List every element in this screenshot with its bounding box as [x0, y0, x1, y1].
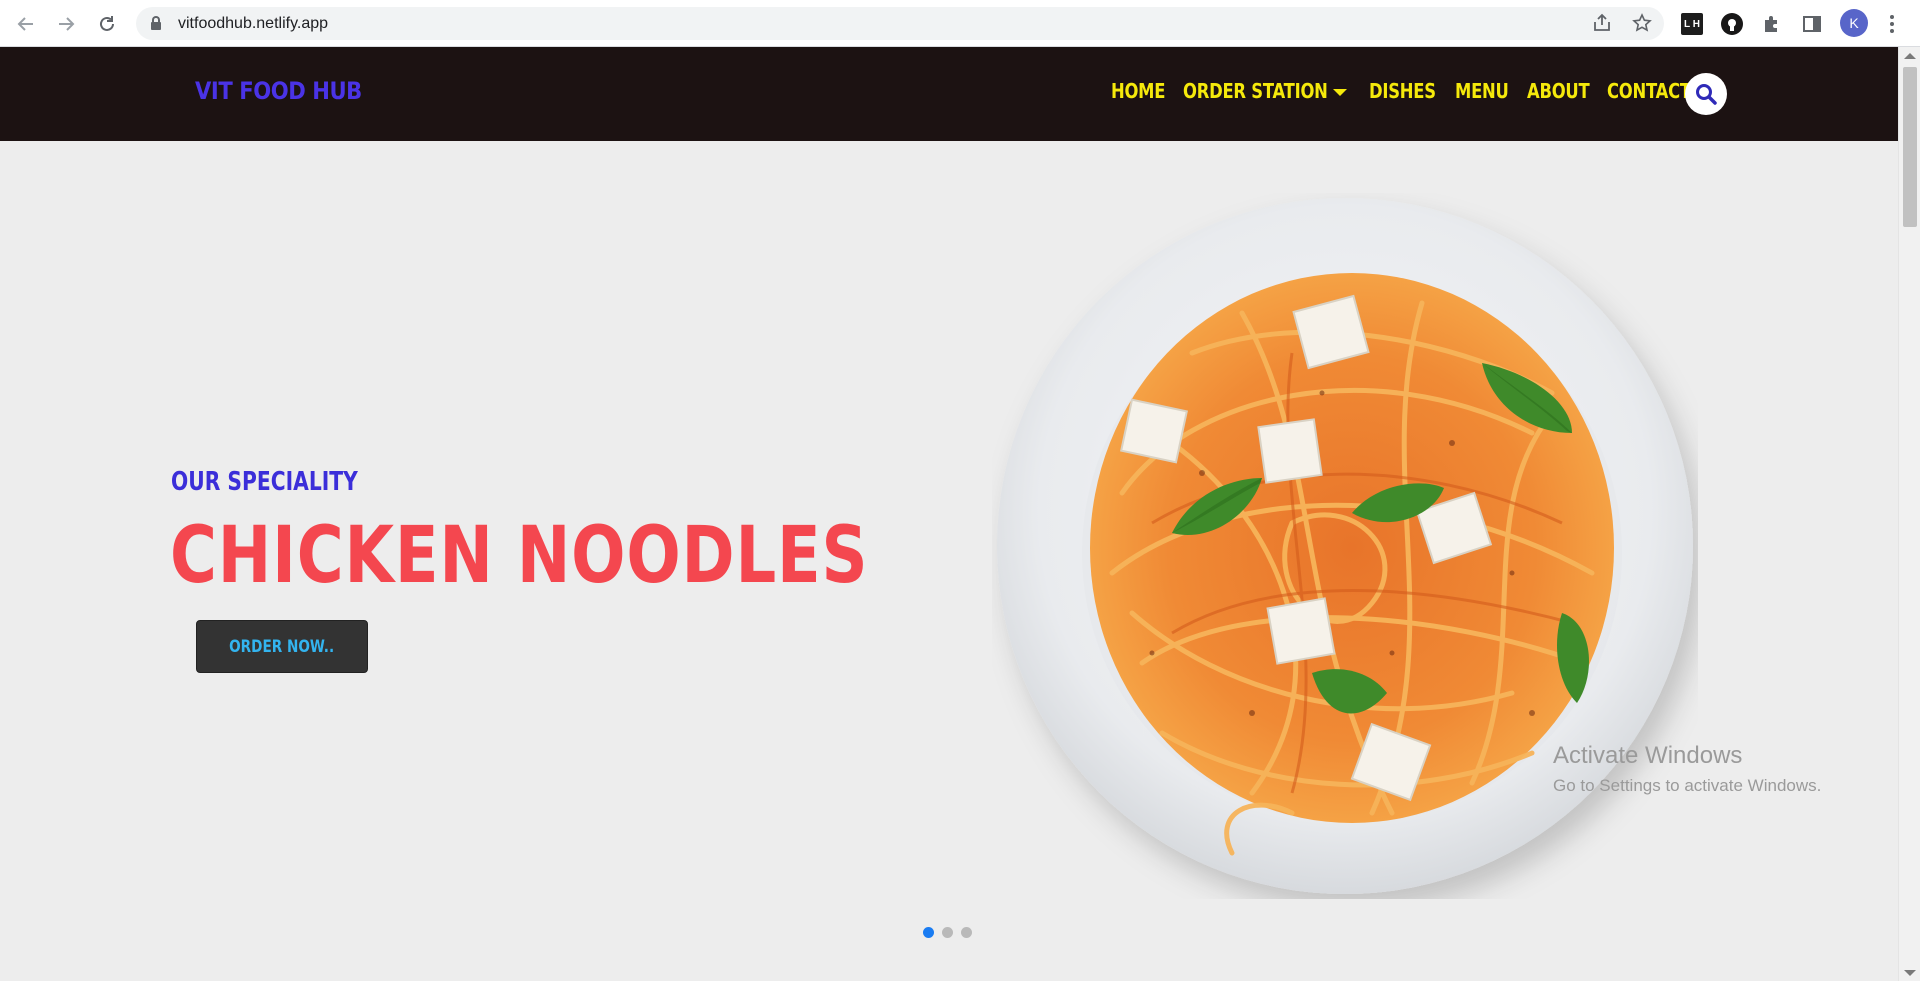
site-navbar: VIT FOOD HUB HOME ORDER STATION DISHES M… [0, 47, 1898, 141]
windows-watermark-subtitle: Go to Settings to activate Windows. [1553, 776, 1822, 795]
order-now-label: ORDER NOW.. [229, 636, 335, 657]
forward-arrow-icon[interactable] [52, 10, 80, 38]
nav-about[interactable]: ABOUT [1527, 79, 1590, 103]
lock-icon [151, 16, 161, 30]
nav-contact[interactable]: CONTACT [1607, 79, 1691, 103]
nav-menu[interactable]: MENU [1455, 79, 1509, 103]
page-scrollbar[interactable] [1898, 47, 1920, 981]
puzzle-icon[interactable] [1759, 11, 1785, 37]
star-icon[interactable] [1631, 13, 1653, 35]
share-icon[interactable] [1591, 13, 1613, 35]
browser-toolbar: vitfoodhub.netlify.app L H K [0, 0, 1920, 47]
hero-kicker: OUR SPECIALITY [171, 467, 358, 497]
order-now-button[interactable]: ORDER NOW.. [196, 620, 368, 673]
lighthouse-extension-icon[interactable]: L H [1681, 13, 1703, 35]
browser-menu-icon[interactable] [1882, 11, 1902, 37]
scroll-up-arrow-icon[interactable] [1904, 53, 1916, 59]
windows-watermark-title: Activate Windows [1553, 742, 1743, 769]
scroll-down-arrow-icon[interactable] [1904, 970, 1916, 976]
search-button[interactable] [1685, 73, 1727, 115]
hero-title: CHICKEN NOODLES [170, 511, 869, 601]
brand-logo[interactable]: VIT FOOD HUB [195, 77, 362, 105]
address-bar[interactable]: vitfoodhub.netlify.app [136, 7, 1664, 40]
url-text: vitfoodhub.netlify.app [178, 15, 329, 32]
carousel-dot-1[interactable] [923, 927, 934, 938]
nav-dishes[interactable]: DISHES [1369, 79, 1436, 103]
side-panel-icon[interactable] [1799, 11, 1825, 37]
back-arrow-icon[interactable] [12, 10, 40, 38]
nav-order-station[interactable]: ORDER STATION [1183, 79, 1328, 103]
search-icon [1696, 84, 1717, 105]
scroll-thumb[interactable] [1903, 67, 1917, 227]
profile-avatar[interactable]: K [1840, 9, 1868, 37]
carousel-dot-3[interactable] [961, 927, 972, 938]
github-extension-icon[interactable] [1721, 13, 1743, 35]
hero-section: OUR SPECIALITY CHICKEN NOODLES ORDER NOW… [0, 141, 1898, 981]
chevron-down-icon[interactable] [1333, 89, 1347, 96]
reload-icon[interactable] [93, 10, 121, 38]
carousel-dot-2[interactable] [942, 927, 953, 938]
nav-home[interactable]: HOME [1111, 79, 1165, 103]
